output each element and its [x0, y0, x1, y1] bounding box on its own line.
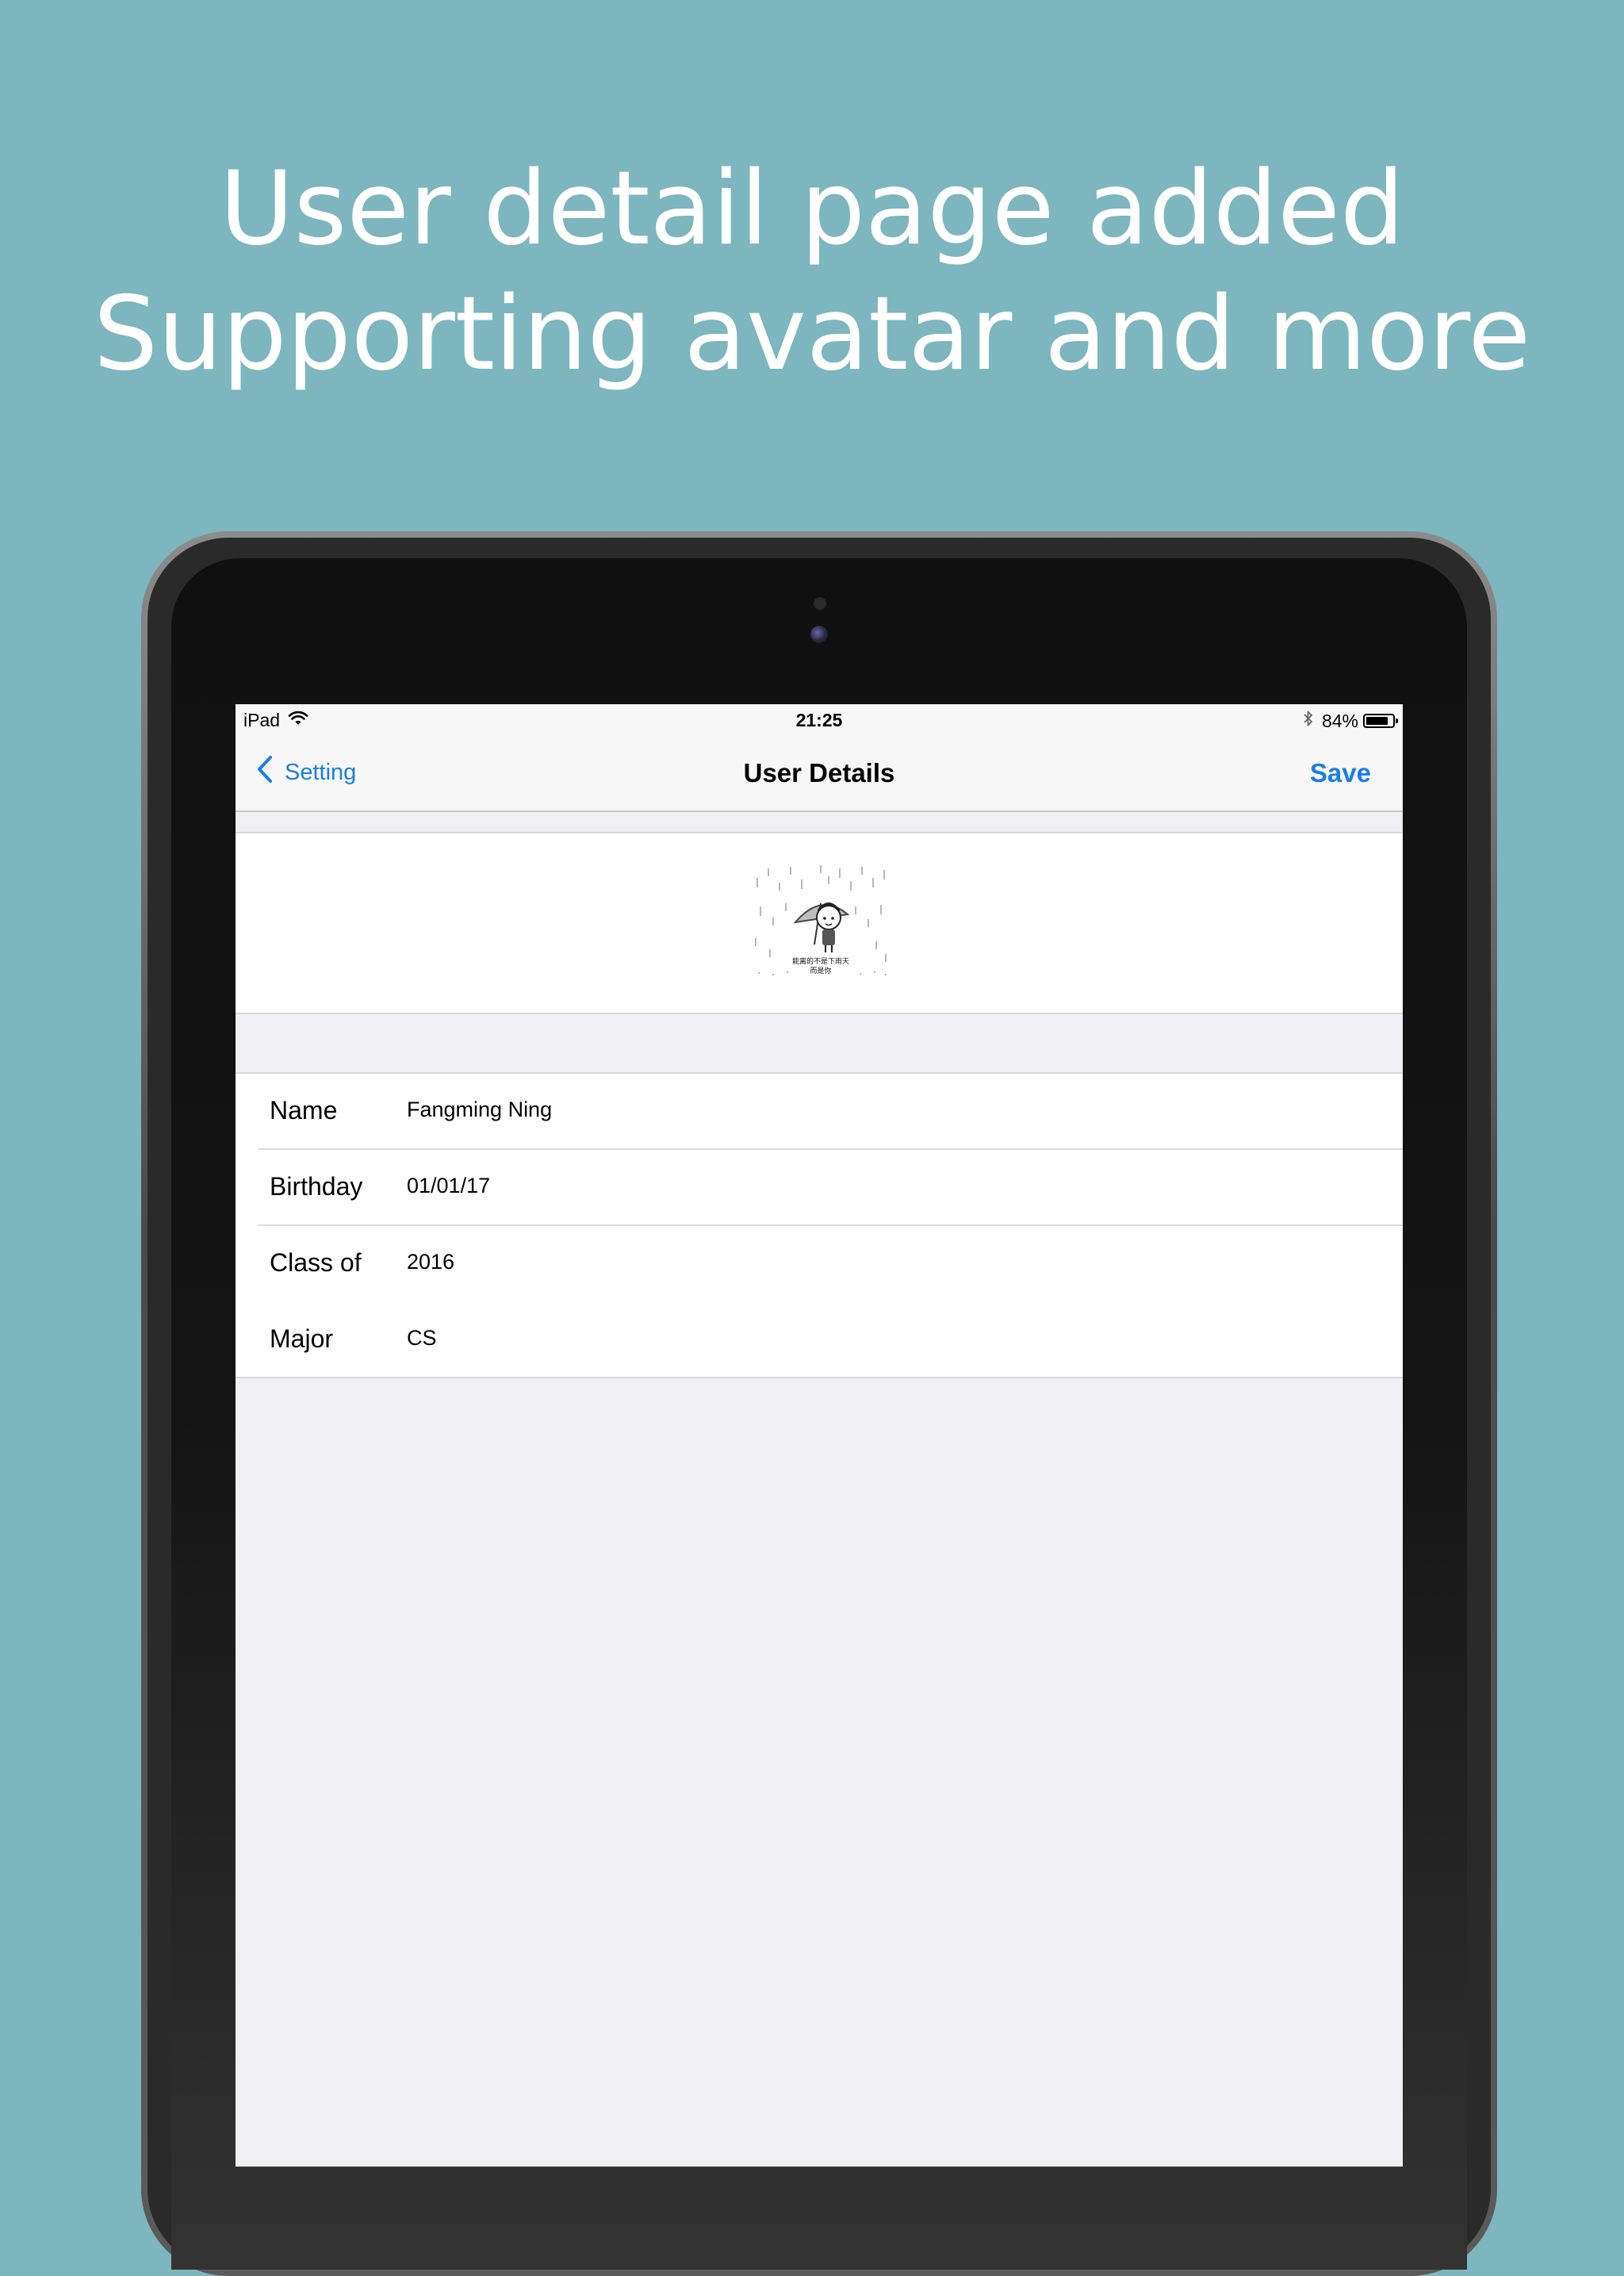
front-camera [810, 626, 828, 643]
page-title: User Details [743, 758, 895, 787]
user-details-form: Name Birthday Class of Major [236, 1072, 1403, 1378]
avatar-caption-line-1: 能离的不是下雨天 [792, 956, 849, 966]
battery-level [1366, 717, 1388, 725]
battery-icon [1363, 714, 1398, 728]
marketing-headline: User detail page added Supporting avatar… [0, 147, 1624, 397]
headline-line-1: User detail page added [219, 150, 1405, 268]
class-of-field[interactable] [407, 1250, 1358, 1274]
form-row-name[interactable]: Name [236, 1074, 1403, 1150]
battery-nub [1396, 718, 1398, 723]
avatar-image: 能离的不是下雨天 而是你 [749, 862, 892, 981]
status-time: 21:25 [795, 710, 843, 730]
headline-line-2: Supporting avatar and more [93, 275, 1531, 393]
bluetooth-icon [1303, 710, 1314, 732]
navigation-bar: Setting User Details Save [236, 736, 1403, 812]
save-button[interactable]: Save [1310, 758, 1371, 788]
name-field[interactable] [407, 1098, 1358, 1122]
major-label: Major [270, 1324, 334, 1353]
status-bar: iPad 21:25 84% [236, 704, 1403, 736]
form-row-birthday[interactable]: Birthday [236, 1150, 1403, 1226]
birthday-label: Birthday [270, 1172, 363, 1201]
avatar-caption-line-2: 而是你 [810, 966, 831, 975]
birthday-field[interactable] [407, 1174, 1358, 1198]
class-of-label: Class of [270, 1248, 362, 1277]
avatar[interactable]: 能离的不是下雨天 而是你 [749, 862, 892, 981]
name-label: Name [270, 1096, 338, 1125]
form-row-class-of[interactable]: Class of [236, 1226, 1403, 1302]
avatar-section: 能离的不是下雨天 而是你 [236, 832, 1403, 1014]
screen: iPad 21:25 84% Setting User Details Save… [236, 704, 1403, 2167]
sensor-dot [814, 597, 826, 610]
major-field[interactable] [407, 1326, 1358, 1351]
form-row-major[interactable]: Major [236, 1302, 1403, 1378]
status-right: 84% [1303, 710, 1398, 732]
battery-percent: 84% [1321, 710, 1358, 731]
